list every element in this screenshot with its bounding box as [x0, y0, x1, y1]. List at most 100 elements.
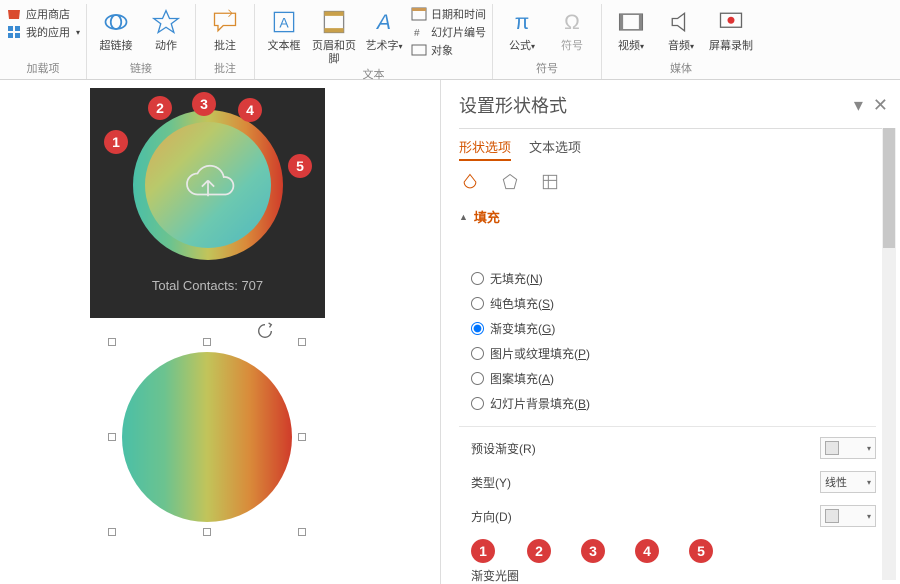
pane-scrollbar[interactable] [882, 128, 896, 580]
fill-picture-radio[interactable]: 图片或纹理填充(P) [471, 345, 876, 362]
datetime-label: 日期和时间 [431, 6, 486, 22]
slidenum-icon: # [411, 24, 427, 40]
rotate-handle[interactable] [256, 322, 274, 340]
headerfooter-icon [318, 6, 350, 38]
resize-handle[interactable] [298, 528, 306, 536]
resize-handle[interactable] [203, 338, 211, 346]
pane-title: 设置形状格式 [459, 92, 567, 118]
myapps-button[interactable]: 我的应用▾ [6, 24, 80, 40]
slide-canvas[interactable]: 1 2 3 4 5 Total Contacts: 707 [0, 80, 440, 584]
audio-icon [665, 6, 697, 38]
resize-handle[interactable] [203, 528, 211, 536]
video-label: 视频 [618, 40, 640, 52]
grad-marker-1: 1 [471, 539, 495, 563]
fill-slidebg-radio[interactable]: 幻灯片背景填充(B) [471, 395, 876, 412]
wordart-icon: A [368, 6, 400, 38]
equation-button[interactable]: π 公式▾ [499, 4, 545, 53]
preview-marker-5: 5 [288, 154, 312, 178]
wordart-label: 艺术字 [366, 40, 399, 52]
fill-line-icon[interactable] [459, 171, 481, 193]
preview-marker-1: 1 [104, 130, 128, 154]
svg-text:A: A [279, 14, 289, 30]
gradient-direction-dropdown[interactable]: ▾ [820, 505, 876, 527]
object-button[interactable]: 对象 [411, 42, 486, 58]
headerfooter-button[interactable]: 页眉和页脚 [311, 4, 357, 66]
group-label-links: 链接 [130, 60, 152, 77]
action-icon [150, 6, 182, 38]
hyperlink-icon [100, 6, 132, 38]
screenrec-icon [715, 6, 747, 38]
wordart-button[interactable]: A 艺术字▾ [361, 4, 407, 53]
comment-label: 批注 [214, 40, 236, 53]
gradient-type-dropdown[interactable]: 线性▾ [820, 471, 876, 493]
textbox-button[interactable]: A 文本框 [261, 4, 307, 53]
grad-marker-5: 5 [689, 539, 713, 563]
fill-gradient-radio[interactable]: 渐变填充(G) [471, 320, 876, 337]
resize-handle[interactable] [108, 338, 116, 346]
fill-solid-radio[interactable]: 纯色填充(S) [471, 295, 876, 312]
gradient-inner [145, 122, 271, 248]
effects-icon[interactable] [499, 171, 521, 193]
comment-button[interactable]: 批注 [202, 4, 248, 53]
preview-marker-4: 4 [238, 98, 262, 122]
pane-close-icon[interactable]: ✕ [873, 95, 888, 116]
group-links: 超链接 动作 链接 [87, 4, 196, 79]
myapps-icon [6, 24, 22, 40]
symbol-button[interactable]: Ω 符号 [549, 4, 595, 53]
preview-marker-3: 3 [192, 92, 216, 116]
svg-text:A: A [375, 11, 391, 34]
action-button[interactable]: 动作 [143, 4, 189, 53]
slidenum-label: 幻灯片编号 [431, 24, 486, 40]
group-label-comments: 批注 [214, 60, 236, 77]
selected-shape[interactable] [112, 342, 302, 532]
store-button[interactable]: 应用商店 [6, 6, 80, 22]
svg-text:π: π [515, 11, 530, 34]
ribbon: 应用商店 我的应用▾ 加载项 超链接 动作 链接 [0, 0, 900, 80]
group-comments: 批注 批注 [196, 4, 255, 79]
preset-gradient-dropdown[interactable]: ▾ [820, 437, 876, 459]
store-icon [6, 6, 22, 22]
group-addins: 应用商店 我的应用▾ 加载项 [0, 4, 87, 79]
group-media: 视频▾ 音频▾ 屏幕录制 媒体 [602, 4, 760, 79]
slidenum-button[interactable]: # 幻灯片编号 [411, 24, 486, 40]
resize-handle[interactable] [108, 433, 116, 441]
fill-section-header[interactable]: ▲填充 [459, 207, 888, 226]
resize-handle[interactable] [108, 528, 116, 536]
action-label: 动作 [155, 40, 177, 53]
cloud-upload-icon [180, 156, 236, 215]
object-label: 对象 [431, 42, 453, 58]
sample-preview: 1 2 3 4 5 Total Contacts: 707 [90, 88, 325, 318]
resize-handle[interactable] [298, 433, 306, 441]
screenrec-label: 屏幕录制 [709, 40, 753, 53]
audio-label: 音频 [668, 40, 690, 52]
symbol-icon: Ω [556, 6, 588, 38]
audio-button[interactable]: 音频▾ [658, 4, 704, 53]
svg-text:#: # [414, 28, 420, 39]
group-label-addins: 加载项 [27, 60, 60, 77]
fill-pattern-radio[interactable]: 图案填充(A) [471, 370, 876, 387]
symbol-label: 符号 [561, 40, 583, 53]
screenrec-button[interactable]: 屏幕录制 [708, 4, 754, 53]
fill-none-radio[interactable]: 无填充(N) [471, 270, 876, 287]
myapps-label: 我的应用 [26, 24, 70, 40]
gradient-stops-label: 渐变光圈 [471, 567, 876, 584]
object-icon [411, 42, 427, 58]
datetime-button[interactable]: 日期和时间 [411, 6, 486, 22]
video-button[interactable]: 视频▾ [608, 4, 654, 53]
comment-icon [209, 6, 241, 38]
textbox-icon: A [268, 6, 300, 38]
grad-marker-3: 3 [581, 539, 605, 563]
resize-handle[interactable] [298, 338, 306, 346]
equation-icon: π [506, 6, 538, 38]
preview-label: Total Contacts: 707 [152, 278, 263, 293]
gradient-circle[interactable] [122, 352, 292, 522]
pane-menu-icon[interactable]: ▾ [854, 95, 863, 116]
tab-text-options[interactable]: 文本选项 [529, 137, 581, 161]
size-props-icon[interactable] [539, 171, 561, 193]
headerfooter-label: 页眉和页脚 [311, 40, 357, 66]
grad-marker-4: 4 [635, 539, 659, 563]
group-label-symbols: 符号 [536, 60, 558, 77]
tab-shape-options[interactable]: 形状选项 [459, 137, 511, 161]
hyperlink-button[interactable]: 超链接 [93, 4, 139, 53]
group-label-media: 媒体 [670, 60, 692, 77]
